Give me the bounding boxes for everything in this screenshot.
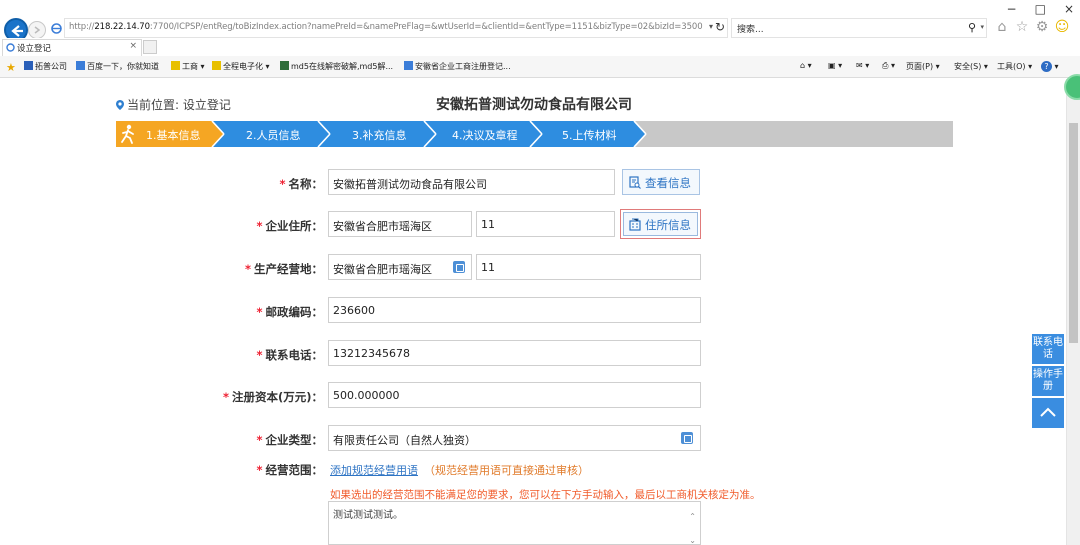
location-pin-icon	[116, 100, 124, 110]
search-input[interactable]: 搜索... ⚲ ▾	[731, 18, 987, 38]
restore-button[interactable]: □	[1035, 2, 1046, 16]
user-manual-button[interactable]: 操作手册	[1032, 366, 1064, 396]
breadcrumb-text: 当前位置: 设立登记	[127, 98, 231, 112]
business-scope-label: * 经营范围：	[256, 463, 323, 477]
safety-menu[interactable]: 安全(S) ▾	[954, 61, 988, 72]
baidu-icon	[76, 61, 85, 70]
favorite-item[interactable]: md5在线解密破解,md5解...	[280, 61, 393, 72]
gear-icon[interactable]: ⚙	[1034, 19, 1050, 35]
home-command-icon[interactable]: ⌂ ▾	[800, 61, 812, 70]
arrow-left-icon	[11, 25, 23, 37]
forward-button[interactable]	[28, 21, 46, 39]
step-supplementary-info[interactable]: 3.补充信息	[352, 127, 407, 143]
postcode-label: * 邮政编码：	[256, 305, 323, 319]
scroll-down-icon[interactable]: ⌄	[689, 536, 696, 545]
page-title: 安徽拓普测试勿动食品有限公司	[436, 97, 632, 113]
company-name-field[interactable]: 安徽拓普测试勿动食品有限公司	[328, 169, 615, 195]
home-icon[interactable]: ⌂	[994, 19, 1010, 35]
ie-page-icon	[6, 43, 15, 52]
phone-field[interactable]: 13212345678	[328, 340, 701, 366]
page-scrollbar[interactable]	[1066, 79, 1080, 545]
scope-warning: 如果选出的经营范围不能满足您的要求，您可以在下方手动输入，最后以工商机关核定为准…	[330, 489, 761, 501]
breadcrumb: 当前位置: 设立登记	[116, 96, 231, 113]
smiley-icon[interactable]: ☺	[1054, 19, 1070, 35]
region-picker-icon[interactable]	[453, 261, 465, 273]
step-upload-materials[interactable]: 5.上传材料	[562, 127, 617, 143]
folder-icon	[212, 61, 221, 70]
postcode-field[interactable]: 236600	[328, 297, 701, 323]
contact-phone-button[interactable]: 联系电话	[1032, 334, 1064, 364]
registered-capital-field[interactable]: 500.000000	[328, 382, 701, 408]
address-info-button[interactable]: 住所信息	[620, 209, 701, 239]
tab-bar: 设立登记 ×	[0, 38, 1080, 56]
browser-actions: ⌂ ☆ ⚙ ☺	[994, 19, 1070, 35]
address-url: http://218.22.14.70:7700/ICPSP/entReg/to…	[69, 22, 703, 32]
chevron-up-icon	[1040, 407, 1056, 417]
address-region-field[interactable]: 安徽省合肥市瑶海区	[328, 211, 472, 237]
back-to-top-button[interactable]	[1032, 398, 1064, 428]
tools-menu[interactable]: 工具(O) ▾	[997, 61, 1032, 72]
search-placeholder: 搜索...	[737, 25, 764, 35]
step-arrows	[116, 121, 647, 147]
bookmark-icon	[280, 61, 289, 70]
close-button[interactable]: ×	[1064, 2, 1074, 16]
phone-label: * 联系电话：	[256, 348, 323, 362]
favorite-item[interactable]: 安徽省企业工商注册登记...	[404, 61, 511, 72]
ie-page-icon	[51, 23, 62, 34]
add-standard-scope-link[interactable]: 添加规范经营用语	[330, 462, 418, 478]
bookmark-icon	[24, 61, 33, 70]
business-place-detail-field[interactable]: 11	[476, 254, 701, 280]
favorite-item[interactable]: 工商 ▾	[171, 61, 205, 72]
tab-current[interactable]: 设立登记 ×	[2, 39, 142, 56]
browser-toolbar: http://218.22.14.70:7700/ICPSP/entReg/to…	[0, 0, 1080, 42]
name-label: * 名称：	[279, 177, 323, 191]
scope-hint: （规范经营用语可直接通过审核）	[424, 464, 589, 477]
business-place-label: * 生产经营地：	[244, 262, 323, 276]
step-basic-info[interactable]: 1.基本信息	[146, 127, 201, 143]
tab-close-button[interactable]: ×	[129, 41, 137, 51]
print-icon[interactable]: ⎙ ▾	[882, 61, 895, 71]
window-controls: − □ ×	[1007, 2, 1074, 16]
feeds-icon[interactable]: ▣ ▾	[828, 61, 842, 70]
refresh-icon[interactable]: ↻	[715, 20, 725, 34]
ie-page-icon	[404, 61, 413, 70]
folder-icon	[171, 61, 180, 70]
star-icon[interactable]: ☆	[1014, 19, 1030, 35]
search-icon[interactable]: ⚲	[968, 21, 976, 34]
chevron-down-icon[interactable]: ▾	[709, 22, 713, 31]
help-icon[interactable]: ? ▾	[1041, 61, 1059, 72]
runner-icon	[121, 124, 134, 144]
scroll-up-icon[interactable]: ⌃	[689, 512, 696, 521]
favorites-bar: ★ 拓普公司 百度一下，你就知道 工商 ▾ 全程电子化 ▾ md5在线解密破解,…	[0, 56, 1080, 78]
scrollbar-thumb[interactable]	[1069, 123, 1078, 343]
step-progress-bar: 1.基本信息 2.人员信息 3.补充信息 4.决议及章程 5.上传材料	[116, 121, 953, 147]
step-resolution-charter[interactable]: 4.决议及章程	[452, 127, 518, 143]
business-place-region-field[interactable]: 安徽省合肥市瑶海区	[328, 254, 472, 280]
address-label: * 企业住所：	[256, 219, 323, 233]
favorites-star-icon[interactable]: ★	[6, 61, 16, 74]
minimize-button[interactable]: −	[1007, 2, 1017, 16]
address-bar[interactable]: http://218.22.14.70:7700/ICPSP/entReg/to…	[64, 18, 728, 38]
arrow-right-icon	[34, 26, 41, 34]
document-search-icon	[629, 176, 641, 189]
favorite-item[interactable]: 百度一下，你就知道	[76, 61, 159, 72]
favorite-item[interactable]: 全程电子化 ▾	[212, 61, 270, 72]
capital-label: * 注册资本(万元)：	[222, 390, 323, 404]
tab-title: 设立登记	[17, 44, 52, 54]
type-picker-icon[interactable]	[681, 432, 693, 444]
step-personnel-info[interactable]: 2.人员信息	[246, 127, 301, 143]
view-info-button[interactable]: 查看信息	[622, 169, 700, 195]
address-detail-field[interactable]: 11	[476, 211, 615, 237]
favorite-item[interactable]: 拓普公司	[24, 61, 67, 72]
new-tab-button[interactable]	[143, 40, 157, 54]
building-icon	[629, 218, 641, 231]
enterprise-type-field[interactable]: 有限责任公司（自然人独资）	[328, 425, 701, 451]
mail-icon[interactable]: ✉ ▾	[856, 61, 869, 70]
page-menu[interactable]: 页面(P) ▾	[906, 61, 940, 72]
chevron-down-icon[interactable]: ▾	[980, 23, 984, 31]
business-scope-textarea[interactable]: 测试测试测试。 ⌃ ⌄	[328, 501, 701, 545]
enterprise-type-label: * 企业类型：	[256, 433, 323, 447]
browser-window: http://218.22.14.70:7700/ICPSP/entReg/to…	[0, 0, 1080, 545]
